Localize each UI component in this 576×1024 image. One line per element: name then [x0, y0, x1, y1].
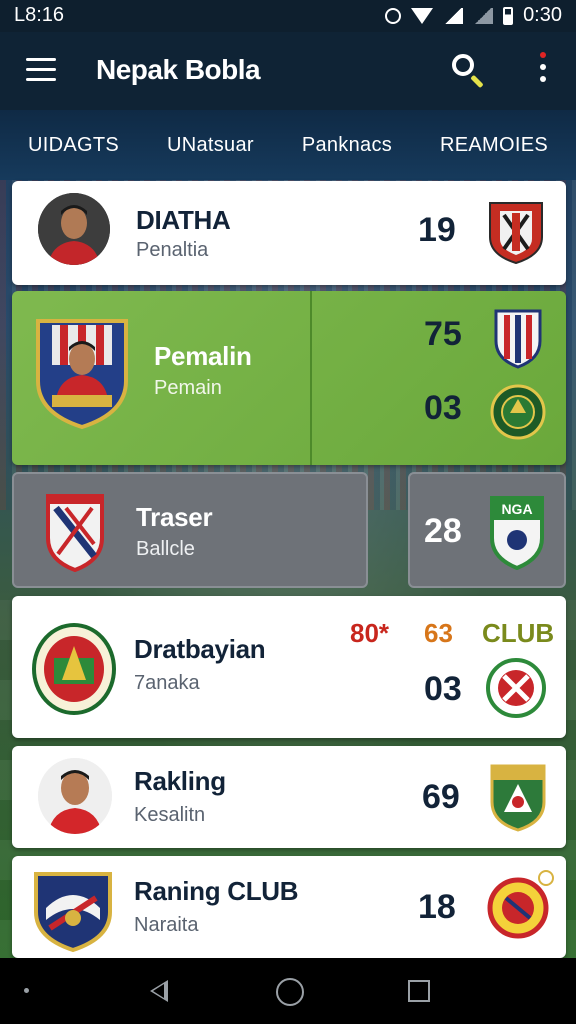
row-value: 28 — [424, 512, 462, 550]
club-crest-icon — [488, 762, 548, 837]
row-name: DIATHA — [136, 205, 231, 235]
tab-bar: UIDAGTS UNatsuar Panknacs REAMOIES — [0, 110, 576, 180]
list-item[interactable]: Rakling Kesalitn 69 — [12, 746, 566, 848]
row-name: Dratbayian — [134, 634, 266, 664]
search-icon[interactable] — [450, 52, 484, 89]
alarm-icon — [385, 7, 402, 24]
row-sub: Kesalitn — [134, 804, 206, 826]
club-crest-icon — [32, 622, 116, 721]
status-bar: L8:16 0:30 — [0, 0, 576, 32]
tab-1[interactable]: UIDAGTS — [28, 134, 119, 157]
club-crest-icon — [44, 492, 106, 577]
status-time: L8:16 — [14, 4, 65, 26]
tab-3[interactable]: Panknacs — [302, 134, 392, 157]
club-crest-icon — [484, 868, 554, 945]
player-avatar — [38, 193, 110, 265]
score-a: 80* — [350, 618, 390, 648]
club-crest-icon — [490, 383, 546, 446]
list-item-highlighted[interactable]: Pemalin Pemain 75 03 — [12, 291, 566, 465]
row-value: 18 — [418, 888, 456, 926]
player-avatar — [38, 758, 112, 834]
list-item[interactable]: DIATHA Penaltia 19 — [12, 181, 566, 285]
more-options-icon[interactable] — [536, 52, 550, 88]
app-bar: Nepak Bobla — [0, 32, 576, 110]
row-name: Traser — [136, 502, 213, 532]
status-clock-right: 0:30 — [523, 4, 562, 26]
row-name: Raning CLUB — [134, 876, 299, 906]
nav-dot-icon — [24, 988, 29, 993]
status-icons: 0:30 — [385, 4, 562, 27]
row-name: Pemalin — [154, 341, 252, 371]
app-title: Nepak Bobla — [96, 54, 261, 85]
score-b: 63 — [424, 618, 453, 648]
list-item-score[interactable]: 28 NGA — [408, 472, 566, 588]
club-label: CLUB — [482, 618, 555, 648]
row-name: Rakling — [134, 766, 226, 796]
player-crest-avatar — [32, 315, 132, 436]
tab-2[interactable]: UNatsuar — [167, 134, 254, 157]
signal-weak-icon — [473, 7, 494, 24]
tab-4[interactable]: REAMOIES — [440, 134, 548, 157]
club-crest-icon: NGA — [488, 494, 546, 575]
club-crest-icon — [486, 199, 546, 270]
crest-text: NGA — [501, 501, 532, 517]
card-divider — [310, 291, 312, 465]
battery-icon — [503, 6, 514, 25]
club-crest-icon — [492, 307, 544, 374]
row-sub: 7anaka — [134, 672, 200, 694]
row-value: 19 — [418, 211, 456, 249]
menu-icon[interactable] — [26, 58, 56, 82]
signal-icon — [443, 7, 464, 24]
row-sub: Naraita — [134, 914, 199, 936]
row-value: 03 — [424, 670, 462, 708]
row-sub: Ballcle — [136, 538, 195, 560]
row-value-bottom: 03 — [424, 389, 462, 427]
list-item[interactable]: Dratbayian 7anaka 80* 63 CLUB 03 — [12, 596, 566, 738]
row-value: 69 — [422, 778, 460, 816]
system-nav-bar — [0, 958, 576, 1024]
row-sub: Pemain — [154, 377, 222, 399]
row-sub: Penaltia — [136, 239, 209, 261]
club-crest-icon — [30, 868, 116, 957]
wifi-icon — [411, 7, 434, 24]
row-value-top: 75 — [424, 315, 462, 353]
club-crest-icon — [486, 658, 546, 723]
back-icon[interactable] — [150, 980, 168, 1002]
list-item[interactable]: Raning CLUB Naraita 18 — [12, 856, 566, 958]
home-icon[interactable] — [276, 978, 304, 1006]
recent-apps-icon[interactable] — [408, 980, 430, 1002]
list-item[interactable]: Traser Ballcle — [12, 472, 368, 588]
